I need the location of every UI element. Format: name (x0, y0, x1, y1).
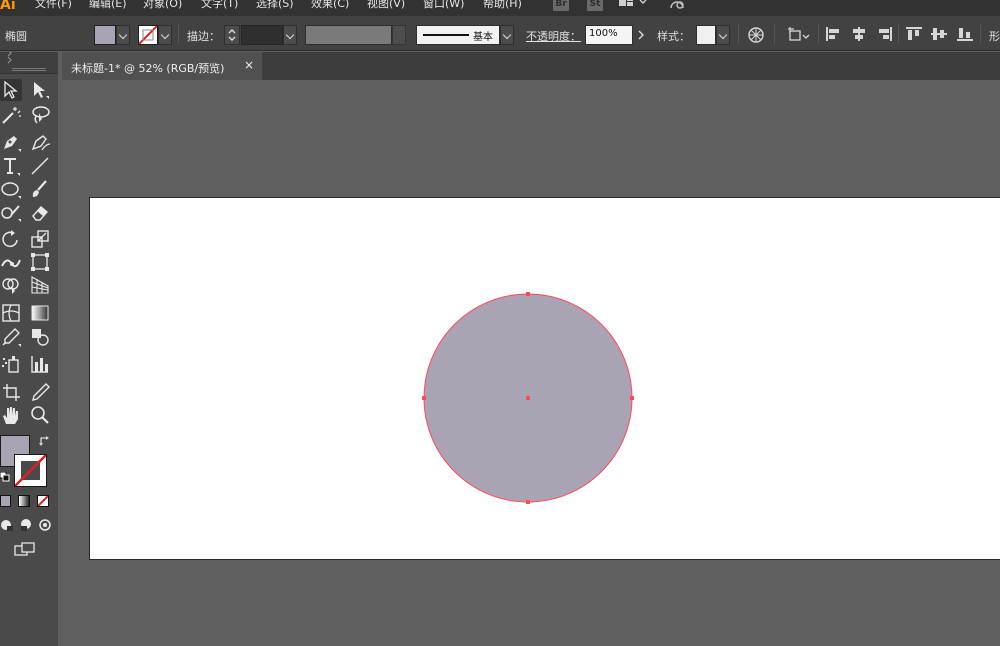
menu-edit[interactable]: 编辑(E) (89, 0, 127, 11)
blend-tool-icon[interactable] (29, 326, 51, 348)
hand-tool-icon[interactable] (0, 404, 22, 426)
transform-label[interactable]: 形 (989, 28, 1000, 44)
draw-inside-icon[interactable] (38, 518, 52, 532)
none-mode-icon[interactable] (37, 495, 49, 507)
slice-tool-icon[interactable] (29, 381, 51, 403)
fill-swatch[interactable] (94, 25, 116, 45)
stroke-color-box[interactable] (14, 454, 47, 487)
gradient-mode-icon[interactable] (18, 495, 30, 507)
curvature-tool-icon[interactable] (29, 131, 51, 153)
shape-builder-tool-icon[interactable] (0, 274, 22, 296)
rotate-tool-icon[interactable] (0, 228, 22, 250)
workspace-switcher-icon[interactable] (618, 0, 652, 11)
screen-mode-icon[interactable] (14, 542, 36, 558)
line-segment-tool-icon[interactable] (29, 155, 51, 177)
align-right-icon[interactable] (877, 27, 893, 41)
artwork-layer (422, 292, 634, 504)
align-top-icon[interactable] (906, 27, 922, 41)
menu-object[interactable]: 对象(O) (143, 0, 182, 11)
align-to-icon[interactable] (786, 26, 812, 44)
document-tab-bar: 未标题-1* @ 52% (RGB/预览) × (62, 52, 1000, 80)
pen-tool-icon[interactable] (0, 131, 22, 153)
menu-help[interactable]: 帮助(H) (483, 0, 522, 11)
stock-button[interactable]: St (587, 0, 603, 11)
tools-panel (0, 49, 58, 646)
stroke-weight-dropdown-icon[interactable] (283, 25, 297, 45)
tools-panel-grip[interactable] (0, 49, 58, 74)
paintbrush-tool-icon[interactable] (29, 178, 51, 200)
fill-dropdown-icon[interactable] (116, 25, 130, 45)
graphic-style-swatch[interactable] (696, 25, 716, 45)
lasso-tool-icon[interactable] (29, 104, 51, 126)
direct-selection-tool-icon[interactable] (29, 79, 51, 101)
menu-bar: Ai 文件(F) 编辑(E) 对象(O) 文字(T) 选择(S) 效果(C) 视… (0, 0, 1000, 16)
width-tool-icon[interactable] (0, 251, 22, 273)
menu-window[interactable]: 窗口(W) (423, 0, 464, 11)
control-bar: 椭圆 描边： 基本 不透明度： 100% 样式： 形 (0, 16, 1000, 51)
selection-tool-icon[interactable] (0, 79, 22, 101)
recolor-artwork-icon[interactable] (747, 26, 765, 44)
style-label: 样式： (657, 30, 690, 43)
opacity-label[interactable]: 不透明度： (526, 28, 581, 44)
free-transform-tool-icon[interactable] (29, 251, 51, 273)
ellipse-tool-icon[interactable] (0, 178, 22, 200)
draw-normal-icon[interactable] (0, 518, 14, 532)
center-point (526, 396, 530, 400)
object-type-label: 椭圆 (5, 30, 27, 43)
color-mode-icon[interactable] (0, 495, 11, 507)
mesh-tool-icon[interactable] (0, 302, 22, 324)
symbol-sprayer-tool-icon[interactable] (0, 353, 22, 375)
app-logo: Ai (0, 0, 16, 13)
column-graph-tool-icon[interactable] (29, 353, 51, 375)
brush-definition[interactable]: 基本 (416, 25, 500, 45)
close-icon[interactable]: × (242, 58, 256, 72)
canvas-area[interactable] (62, 80, 1000, 646)
stroke-swatch[interactable] (138, 25, 158, 45)
align-horizontal-center-icon[interactable] (851, 27, 867, 41)
anchor-bottom (526, 500, 530, 504)
gpu-performance-icon[interactable] (668, 0, 688, 12)
eyedropper-tool-icon[interactable] (0, 326, 22, 348)
brush-definition-label: 基本 (473, 32, 493, 43)
align-bottom-icon[interactable] (957, 27, 973, 41)
scale-tool-icon[interactable] (29, 228, 51, 250)
eraser-tool-icon[interactable] (29, 201, 51, 223)
perspective-grid-tool-icon[interactable] (29, 274, 51, 296)
anchor-right (630, 396, 634, 400)
menu-file[interactable]: 文件(F) (35, 0, 72, 11)
align-left-icon[interactable] (825, 27, 841, 41)
bridge-button[interactable]: Br (553, 0, 569, 11)
menu-select[interactable]: 选择(S) (256, 0, 294, 11)
artboard-tool-icon[interactable] (0, 381, 22, 403)
document-tab[interactable]: 未标题-1* @ 52% (RGB/预览) × (62, 52, 262, 80)
opacity-value: 100% (589, 28, 618, 39)
variable-width-profile[interactable] (305, 25, 392, 45)
menu-effect[interactable]: 效果(C) (311, 0, 349, 11)
stroke-dropdown-icon[interactable] (158, 25, 172, 45)
variable-width-dropdown-icon[interactable] (392, 25, 406, 45)
opacity-field[interactable]: 100% (585, 25, 633, 45)
graphic-style-dropdown-icon[interactable] (716, 25, 730, 45)
default-fill-stroke-icon[interactable] (0, 471, 10, 482)
gradient-tool-icon[interactable] (29, 302, 51, 324)
shaper-tool-icon[interactable] (0, 201, 22, 223)
document-tab-title: 未标题-1* @ 52% (RGB/预览) (71, 62, 225, 75)
anchor-left (422, 396, 426, 400)
menu-type[interactable]: 文字(T) (201, 0, 238, 11)
type-tool-icon[interactable] (0, 155, 22, 177)
magic-wand-tool-icon[interactable] (0, 104, 22, 126)
swap-fill-stroke-icon[interactable] (38, 434, 52, 448)
align-vertical-center-icon[interactable] (931, 27, 947, 41)
opacity-slider-icon[interactable] (634, 25, 648, 45)
zoom-tool-icon[interactable] (29, 404, 51, 426)
stroke-label[interactable]: 描边： (187, 28, 220, 44)
menu-view[interactable]: 视图(V) (367, 0, 405, 11)
anchor-top (526, 292, 530, 296)
stroke-weight-stepper[interactable] (224, 25, 240, 45)
brush-dropdown-icon[interactable] (500, 25, 514, 45)
stroke-weight-field[interactable] (241, 25, 283, 45)
draw-behind-icon[interactable] (19, 518, 33, 532)
